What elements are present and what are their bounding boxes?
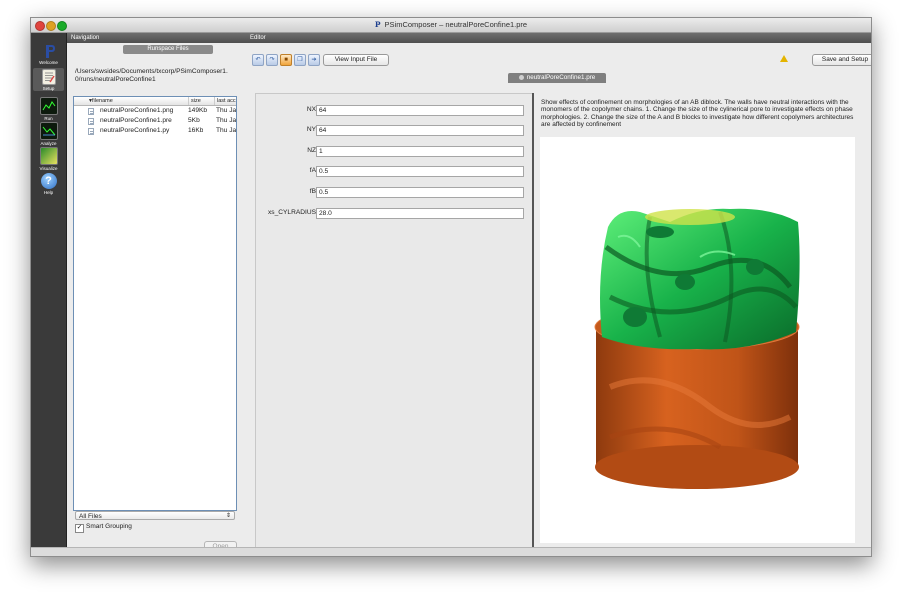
select-arrows-icon: ⇕ — [225, 513, 231, 519]
smart-grouping-label: Smart Grouping — [86, 523, 132, 530]
app-logo-icon: P — [374, 20, 381, 29]
column-header-size[interactable]: size — [188, 97, 201, 105]
file-size: 5Kb — [188, 117, 200, 124]
tool-strip: Welcome Setup Run Analyze Visualize ? He… — [31, 33, 67, 556]
file-list-header: filename ▼ size last acc — [74, 97, 236, 106]
toolbar-label: Help — [43, 190, 54, 195]
redo-button[interactable]: ↷ — [266, 54, 278, 66]
navigation-header: Navigation — [67, 33, 275, 43]
toolbar-help[interactable]: ? Help — [33, 173, 64, 195]
param-nx-input[interactable]: 64 — [316, 105, 524, 116]
param-label: fB — [309, 188, 316, 195]
file-name: neutralPoreConfine1.png — [100, 107, 174, 114]
navigation-panel: Navigation Runspace Files /Users/swsides… — [67, 33, 276, 556]
param-label: NZ — [307, 147, 316, 154]
file-date: Thu Jan — [216, 117, 236, 124]
toolbar-label: Visualize — [39, 166, 58, 171]
file-row[interactable]: neutralPoreConfine1.py 16Kb Thu Jan — [74, 126, 236, 136]
save-and-setup-button[interactable]: Save and Setup — [812, 54, 871, 66]
editor-panel: Editor ↶ ↷ ■ ❐ ➔ View Input File Save an… — [246, 33, 871, 556]
toolbar-label: Setup — [42, 86, 55, 91]
file-size: 149Kb — [188, 107, 208, 114]
file-icon — [88, 118, 94, 125]
parameters-panel: NX 64 NY 64 NZ 1 fA 0.5 fB 0.5 xs_CYLRAD… — [255, 93, 533, 553]
toolbar-label: Run — [44, 116, 53, 121]
param-cylradius-input[interactable]: 28.0 — [316, 208, 524, 219]
param-label: NX — [306, 106, 316, 113]
title-bar: P PSimComposer – neutralPoreConfine1.pre — [31, 18, 871, 33]
file-row[interactable]: neutralPoreConfine1.png 149Kb Thu Jan — [74, 106, 236, 116]
panel-splitter[interactable] — [532, 93, 534, 553]
file-tab-label: neutralPoreConfine1.pre — [526, 74, 596, 81]
file-icon — [88, 108, 94, 115]
visualize-icon — [39, 147, 58, 165]
save-file-button[interactable]: ■ — [280, 54, 292, 66]
param-fb-input[interactable]: 0.5 — [316, 187, 524, 198]
column-header-last-access[interactable]: last acc — [214, 97, 236, 105]
pore-morphology-render — [594, 208, 800, 489]
file-date: Thu Jan — [216, 107, 236, 114]
run-monitor-icon — [39, 97, 58, 115]
toolbar-label: Analyze — [40, 141, 57, 146]
file-list[interactable]: filename ▼ size last acc neutralPoreConf… — [73, 96, 237, 511]
copy-button[interactable]: ❐ — [294, 54, 306, 66]
p-logo-icon — [41, 43, 57, 59]
column-header-filename[interactable]: filename — [92, 97, 113, 105]
toolbar-welcome[interactable]: Welcome — [33, 43, 64, 65]
toolbar-visualize[interactable]: Visualize — [33, 147, 64, 171]
import-button[interactable]: ➔ — [308, 54, 320, 66]
file-name: neutralPoreConfine1.py — [100, 127, 170, 134]
file-filter-value: All Files — [79, 513, 102, 520]
app-window: P PSimComposer – neutralPoreConfine1.pre … — [30, 17, 872, 557]
close-tab-icon[interactable] — [518, 74, 524, 80]
smart-grouping-checkbox[interactable]: ✓ Smart Grouping — [75, 522, 132, 533]
toolbar-analyze[interactable]: Analyze — [33, 122, 64, 146]
param-label: NY — [306, 126, 316, 133]
import-arrow-icon: ➔ — [311, 57, 317, 63]
window-title: P PSimComposer – neutralPoreConfine1.pre — [374, 20, 528, 29]
sort-arrow-icon: ▼ — [88, 98, 93, 104]
undo-button[interactable]: ↶ — [252, 54, 264, 66]
help-icon: ? — [40, 173, 57, 189]
runspace-path: /Users/swsides/Documents/txcorp/PSimComp… — [75, 68, 228, 83]
redo-icon: ↷ — [269, 57, 275, 63]
file-filter-select[interactable]: All Files ⇕ — [75, 511, 235, 520]
param-fa-input[interactable]: 0.5 — [316, 166, 524, 177]
setup-document-icon — [41, 69, 56, 85]
param-label: fA — [309, 167, 316, 174]
analyze-monitor-icon — [39, 122, 58, 140]
checkmark-icon[interactable]: ✓ — [75, 524, 84, 533]
file-tab[interactable]: neutralPoreConfine1.pre — [508, 73, 606, 83]
param-nz-input[interactable]: 1 — [316, 146, 524, 157]
view-input-file-button[interactable]: View Input File — [323, 54, 389, 66]
visualization-image — [540, 137, 855, 543]
save-icon: ■ — [284, 57, 288, 63]
file-name: neutralPoreConfine1.pre — [100, 117, 172, 124]
toolbar-run[interactable]: Run — [33, 97, 64, 121]
editor-header: Editor — [246, 33, 871, 43]
copy-icon: ❐ — [297, 57, 303, 63]
file-date: Thu Jan — [216, 127, 236, 134]
status-bar — [31, 547, 871, 556]
file-row[interactable]: neutralPoreConfine1.pre 5Kb Thu Jan — [74, 116, 236, 126]
toolbar-setup[interactable]: Setup — [33, 68, 64, 91]
description-text: Show effects of confinement on morpholog… — [541, 99, 854, 128]
undo-icon: ↶ — [255, 57, 261, 63]
runspace-files-tab[interactable]: Runspace Files — [123, 45, 213, 54]
warning-icon — [780, 55, 788, 62]
toolbar-label: Welcome — [39, 60, 58, 65]
file-icon — [88, 128, 94, 135]
file-size: 16Kb — [188, 127, 204, 134]
param-label: xs_CYLRADIUS — [267, 209, 316, 216]
param-ny-input[interactable]: 64 — [316, 125, 524, 136]
